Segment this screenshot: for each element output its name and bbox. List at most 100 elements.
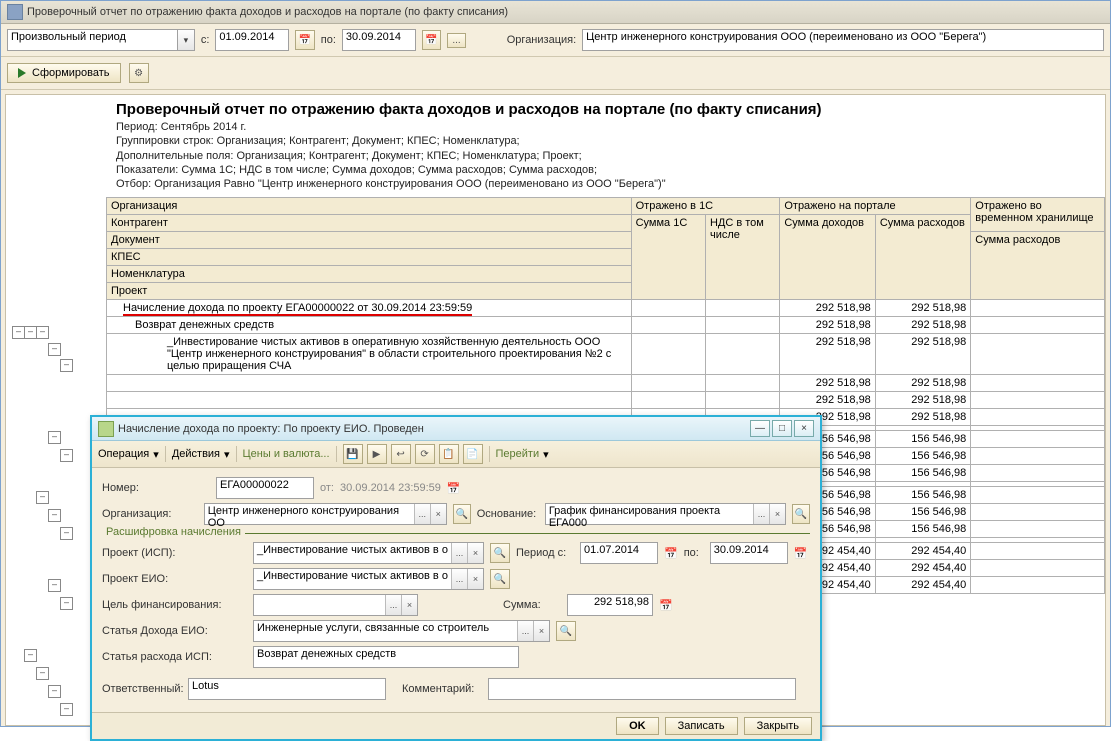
copy-icon[interactable]: 📋 <box>439 444 459 464</box>
tree-toggle-icon[interactable]: – <box>60 597 73 610</box>
calculator-icon[interactable]: 📅 <box>659 599 673 612</box>
table-row[interactable]: 292 518,98292 518,98 <box>107 392 1105 409</box>
report-extra: Дополнительные поля: Организация; Контра… <box>116 149 1095 163</box>
proj-isp-field[interactable]: _Инвестирование чистых активов в о ...× <box>253 542 484 564</box>
col-doc: Документ <box>107 232 632 249</box>
report-period: Период: Сентябрь 2014 г. <box>116 120 1095 134</box>
minimize-button[interactable]: — <box>750 420 770 437</box>
period-ellipsis-button[interactable]: ... <box>447 33 465 48</box>
clear-button[interactable]: × <box>467 543 483 563</box>
ok-button[interactable]: OK <box>616 717 659 735</box>
resp-field[interactable]: Lotus <box>188 678 386 700</box>
ellipsis-button[interactable]: ... <box>451 543 467 563</box>
period-from-input[interactable]: 01.07.2014 <box>580 542 658 564</box>
tree-toggle-icon[interactable]: – <box>48 431 61 444</box>
row-label: Начисление дохода по проекту ЕГА00000022… <box>123 302 472 316</box>
generate-button[interactable]: Сформировать <box>7 63 121 83</box>
income-field[interactable]: Инженерные услуги, связанные со строител… <box>253 620 550 642</box>
maximize-button[interactable]: □ <box>772 420 792 437</box>
expense-field[interactable]: Возврат денежных средств <box>253 646 519 668</box>
col-vat: НДС в том числе <box>705 215 779 300</box>
tree-toggle-icon[interactable]: – <box>36 326 49 339</box>
proj-eio-field[interactable]: _Инвестирование чистых активов в о ...× <box>253 568 484 590</box>
post-icon[interactable]: ▶ <box>367 444 387 464</box>
table-row[interactable]: Начисление дохода по проекту ЕГА00000022… <box>107 300 1105 317</box>
lookup-icon[interactable]: 🔍 <box>792 504 810 524</box>
fin-field[interactable]: ...× <box>253 594 418 616</box>
org-label: Организация: <box>507 34 576 46</box>
calendar-icon[interactable]: 📅 <box>447 482 461 495</box>
params-toolbar: Произвольный период с: 01.09.2014 📅 по: … <box>1 24 1110 57</box>
clear-button[interactable]: × <box>467 569 483 589</box>
calendar-icon[interactable]: 📅 <box>664 547 678 560</box>
tree-toggle-icon[interactable]: – <box>60 449 73 462</box>
lookup-icon[interactable]: 🔍 <box>490 543 510 563</box>
basis-field[interactable]: График финансирования проекта ЕГА000 ...… <box>545 503 786 525</box>
menu-operation[interactable]: Операция <box>98 448 149 460</box>
date-to-input[interactable]: 30.09.2014 <box>342 29 416 51</box>
tree-toggle-icon[interactable]: – <box>48 685 61 698</box>
settings-icon[interactable]: ⚙ <box>129 63 149 83</box>
clear-button[interactable]: × <box>769 504 785 524</box>
row-label: _Инвестирование чистых активов в операти… <box>107 334 632 375</box>
col-sumout2: Сумма расходов <box>971 232 1105 300</box>
structure-icon[interactable]: 📄 <box>463 444 483 464</box>
ellipsis-button[interactable]: ... <box>385 595 401 615</box>
income-label: Статья Дохода ЕИО: <box>102 625 247 637</box>
group-title: Расшифровка начисления <box>102 526 245 538</box>
sum-label: Сумма: <box>503 599 561 611</box>
org-label: Организация: <box>102 508 198 520</box>
tree-toggle-icon[interactable]: – <box>48 579 61 592</box>
tree-toggle-icon[interactable]: – <box>36 667 49 680</box>
clear-button[interactable]: × <box>401 595 417 615</box>
save-icon[interactable]: 💾 <box>343 444 363 464</box>
lookup-icon[interactable]: 🔍 <box>490 569 510 589</box>
main-titlebar: Проверочный отчет по отражению факта дох… <box>1 1 1110 24</box>
report-filter: Отбор: Организация Равно "Центр инженерн… <box>116 177 1095 191</box>
lookup-icon[interactable]: 🔍 <box>453 504 471 524</box>
clear-button[interactable]: × <box>533 621 549 641</box>
ellipsis-button[interactable]: ... <box>517 621 533 641</box>
menu-actions[interactable]: Действия <box>172 448 220 460</box>
table-row[interactable]: 292 518,98292 518,98 <box>107 375 1105 392</box>
col-nom: Номенклатура <box>107 266 632 283</box>
tree-toggle-icon[interactable]: – <box>60 527 73 540</box>
reverse-icon[interactable]: ↩ <box>391 444 411 464</box>
ellipsis-button[interactable]: ... <box>414 504 430 524</box>
tree-toggle-icon[interactable]: – <box>48 343 61 356</box>
comment-field[interactable] <box>488 678 796 700</box>
sum-input[interactable]: 292 518,98 <box>567 594 653 616</box>
menu-goto[interactable]: Перейти <box>496 448 540 460</box>
write-button[interactable]: Записать <box>665 717 738 735</box>
lookup-icon[interactable]: 🔍 <box>556 621 576 641</box>
close-button[interactable]: × <box>794 420 814 437</box>
table-row[interactable]: Возврат денежных средств 292 518,98 292 … <box>107 317 1105 334</box>
calendar-icon[interactable]: 📅 <box>794 547 808 560</box>
calendar-icon[interactable]: 📅 <box>422 30 441 50</box>
tree-toggle-icon[interactable]: – <box>24 649 37 662</box>
tree-toggle-icon[interactable]: – <box>60 359 73 372</box>
col-portal: Отражено на портале <box>780 198 971 215</box>
refresh-icon[interactable]: ⟳ <box>415 444 435 464</box>
table-row[interactable]: _Инвестирование чистых активов в операти… <box>107 334 1105 375</box>
period-to-input[interactable]: 30.09.2014 <box>710 542 788 564</box>
comment-label: Комментарий: <box>402 683 482 695</box>
org-input[interactable]: Центр инженерного конструирования ООО (п… <box>582 29 1104 51</box>
tree-toggle-icon[interactable]: – <box>48 509 61 522</box>
date-from-input[interactable]: 01.09.2014 <box>215 29 289 51</box>
clear-button[interactable]: × <box>430 504 446 524</box>
period-from-label: Период с: <box>516 547 574 559</box>
num-input[interactable]: ЕГА00000022 <box>216 477 314 499</box>
tree-toggle-icon[interactable]: – <box>36 491 49 504</box>
period-dropdown[interactable]: Произвольный период <box>7 29 195 51</box>
calendar-icon[interactable]: 📅 <box>295 30 314 50</box>
chevron-down-icon[interactable] <box>177 30 194 50</box>
org-field[interactable]: Центр инженерного конструирования ОО ...… <box>204 503 447 525</box>
close-button[interactable]: Закрыть <box>744 717 812 735</box>
menu-prices[interactable]: Цены и валюта... <box>243 448 330 460</box>
report-header: Проверочный отчет по отражению факта дох… <box>106 95 1105 197</box>
app-icon <box>7 4 23 20</box>
ellipsis-button[interactable]: ... <box>451 569 467 589</box>
tree-toggle-icon[interactable]: – <box>60 703 73 716</box>
ellipsis-button[interactable]: ... <box>753 504 769 524</box>
